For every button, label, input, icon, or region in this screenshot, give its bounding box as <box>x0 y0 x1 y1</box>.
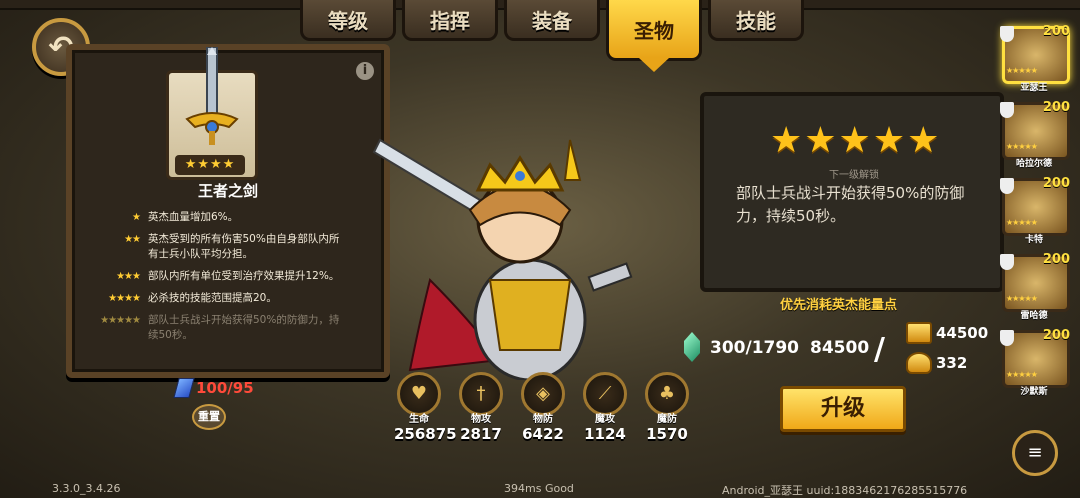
effect-text: 部队内所有单位受到治疗效果提升12%。 <box>148 270 340 282</box>
tab-command[interactable]: 指挥 <box>402 0 498 41</box>
next-level-stars: ★★★★★ <box>770 120 942 161</box>
shield-icon <box>1000 254 1014 270</box>
upgrade-button[interactable]: 升级 <box>780 386 906 432</box>
effect-row-locked: ★★★★★ 部队士兵战斗开始获得50%的防御力，持续50秒。 <box>86 313 348 343</box>
effect-text: 英杰受到的所有伤害50%由自身部队内所有士兵小队平均分担。 <box>148 233 340 260</box>
next-level-description: 部队士兵战斗开始获得50%的防御力，持续50秒。 <box>736 184 965 225</box>
ping-text: 394ms Good <box>504 482 574 495</box>
hero-name: 雷哈德 <box>1020 311 1048 321</box>
next-level-label: 下一级解锁 <box>829 170 879 181</box>
gold-icon <box>906 322 932 344</box>
heart-cost-value: 332 <box>936 354 968 372</box>
effect-row: ★★ 英杰受到的所有伤害50%由自身部队内所有士兵小队平均分担。 <box>86 232 348 262</box>
cost-separator: / <box>874 332 885 367</box>
shield-icon <box>1000 102 1014 118</box>
gem-cost: 100/95 <box>173 378 254 398</box>
hero-slot[interactable]: 200 ★★★★★ 沙默斯 <box>996 328 1074 398</box>
hero-list: 200 ★★★★★ 亚瑟王 200 ★★★★★ 哈拉尔德 200 ★★★★★ 卡… <box>996 24 1074 404</box>
hero-slot[interactable]: 200 ★★★★★ 卡特 <box>996 176 1074 246</box>
info-icon[interactable]: i <box>356 62 374 80</box>
stat-label: 生命 <box>409 414 429 425</box>
tab-level[interactable]: 等级 <box>300 0 396 41</box>
effect-stars: ★★★★★ <box>100 315 141 326</box>
tab-relic[interactable]: 圣物 <box>606 0 702 72</box>
hero-stars: ★★★★★ <box>1006 294 1038 303</box>
relic-effects-list: ★ 英杰血量增加6%。 ★★ 英杰受到的所有伤害50%由自身部队内所有士兵小队平… <box>86 210 348 350</box>
hero-stars: ★★★★★ <box>1006 66 1038 75</box>
stat-hp: ♥ 生命 256875 <box>394 372 457 443</box>
stat-value: 256875 <box>394 425 457 443</box>
hero-slot[interactable]: 200 ★★★★★ 哈拉尔德 <box>996 100 1074 170</box>
effect-text: 英杰血量增加6%。 <box>148 211 239 223</box>
energy-crystal-icon <box>684 332 700 362</box>
upgrade-cost-row: 300/1790 84500 / 44500 332 <box>682 322 1002 390</box>
hero-level: 200 <box>1042 24 1070 39</box>
effect-stars: ★★ <box>124 234 141 245</box>
stat-label: 魔防 <box>657 414 677 425</box>
device-text: Android_亚瑟王 uuid:1883462176285515776 <box>722 484 968 497</box>
effect-row: ★★★★ 必杀技的技能范围提高20。 <box>86 291 348 306</box>
relic-panel: i ★★★★ 王者之剑 ★ 英杰血量增加6%。 ★★ 英杰受到的所有伤害50%由… <box>66 44 390 378</box>
stat-value: 6422 <box>522 425 564 443</box>
relic-star-rating: ★★★★ <box>175 155 245 175</box>
relic-card[interactable]: ★★★★ <box>166 47 258 180</box>
stat-physical-attack: † 物攻 2817 <box>456 372 506 443</box>
stat-label: 物攻 <box>471 414 491 425</box>
stat-magic-attack: ⟋ 魔攻 1124 <box>580 372 630 443</box>
hero-name: 哈拉尔德 <box>1015 159 1052 169</box>
energy-points-value: 300/1790 <box>710 338 800 358</box>
shield-icon <box>1000 178 1014 194</box>
stat-label: 魔攻 <box>595 414 615 425</box>
hero-stars: ★★★★★ <box>1006 370 1038 379</box>
shield-icon <box>1000 330 1014 346</box>
shield-icon <box>1000 26 1014 42</box>
reset-button[interactable]: 重置 <box>192 404 226 430</box>
hero-level: 200 <box>1042 328 1070 343</box>
stat-physical-defense: ◈ 物防 6422 <box>518 372 568 443</box>
gold-cost: 44500 <box>906 322 988 344</box>
energy-cost-value: 84500 <box>810 338 870 358</box>
hero-name: 沙默斯 <box>1020 387 1048 397</box>
hero-level: 200 <box>1042 252 1070 267</box>
stat-value: 1570 <box>646 425 688 443</box>
effect-text: 必杀技的技能范围提高20。 <box>148 292 277 304</box>
gold-cost-value: 44500 <box>936 324 989 342</box>
hero-slot[interactable]: 200 ★★★★★ 雷哈德 <box>996 252 1074 322</box>
effect-row: ★★★ 部队内所有单位受到治疗效果提升12%。 <box>86 269 348 284</box>
hero-king-arthur-image <box>372 138 633 380</box>
priority-energy-toggle[interactable]: 优先消耗英杰能量点 <box>780 294 897 313</box>
hero-stats: ♥ 生命 256875 † 物攻 2817 ◈ 物防 6422 ⟋ 魔攻 112… <box>394 372 692 443</box>
stat-value: 2817 <box>460 425 502 443</box>
stat-value: 1124 <box>584 425 626 443</box>
hero-stars: ★★★★★ <box>1006 142 1038 151</box>
menu-button[interactable]: ≡ <box>1012 430 1058 476</box>
sword-relic-icon <box>185 47 239 145</box>
tab-equipment[interactable]: 装备 <box>504 0 600 41</box>
hero-name: 亚瑟王 <box>1020 83 1048 93</box>
stat-label: 物防 <box>533 414 553 425</box>
relic-name: 王者之剑 <box>197 182 258 200</box>
effect-text: 部队士兵战斗开始获得50%的防御力，持续50秒。 <box>148 314 340 341</box>
hero-slot[interactable]: 200 ★★★★★ 亚瑟王 <box>996 24 1074 94</box>
effect-stars: ★ <box>132 212 141 223</box>
effect-stars: ★★★★ <box>108 293 141 304</box>
effect-row: ★ 英杰血量增加6%。 <box>86 210 348 225</box>
blue-gem-icon <box>173 378 195 398</box>
hero-name: 卡特 <box>1024 235 1043 245</box>
version-text: 3.3.0_3.4.26 <box>52 482 121 495</box>
heart-cost: 332 <box>906 352 967 374</box>
effect-stars: ★★★ <box>116 271 141 282</box>
hero-level: 200 <box>1042 176 1070 191</box>
gem-cost-value: 100/95 <box>196 379 254 397</box>
tab-skill[interactable]: 技能 <box>708 0 804 41</box>
next-level-panel: ★★★★★ 下一级解锁 部队士兵战斗开始获得50%的防御力，持续50秒。 <box>700 92 1004 292</box>
gold-heart-icon <box>906 352 932 374</box>
hero-stars: ★★★★★ <box>1006 218 1038 227</box>
hero-level: 200 <box>1042 100 1070 115</box>
debug-footer: 3.3.0_3.4.26 394ms Good Android_亚瑟王 uuid… <box>0 482 1080 498</box>
